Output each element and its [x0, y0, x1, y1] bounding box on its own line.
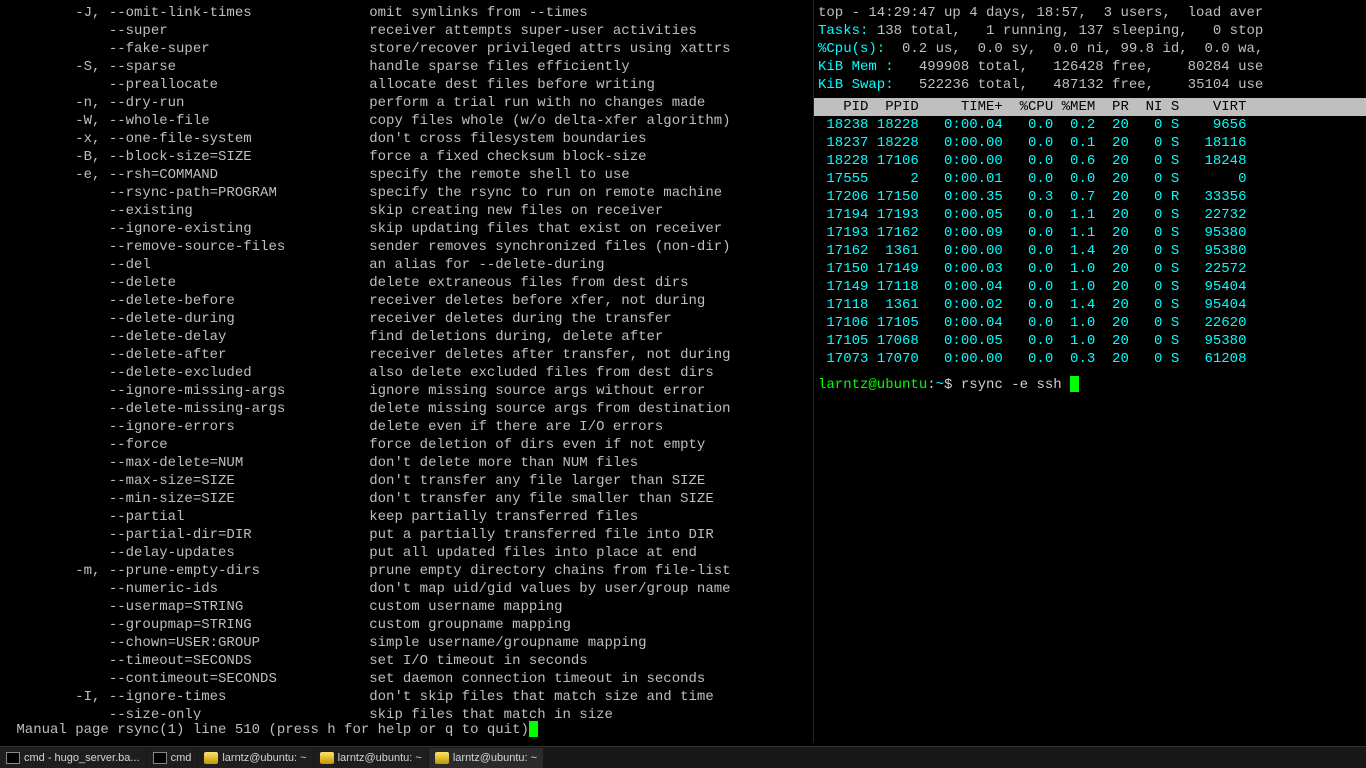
man-option-line: -W, --whole-file copy files whole (w/o d… — [0, 112, 813, 130]
putty-icon — [320, 752, 334, 764]
process-row: 17149 17118 0:00.04 0.0 1.0 20 0 S 95404 — [814, 278, 1366, 296]
man-option-line: --delete-before receiver deletes before … — [0, 292, 813, 310]
man-option-line: --min-size=SIZE don't transfer any file … — [0, 490, 813, 508]
top-cpu-line: %Cpu(s): 0.2 us, 0.0 sy, 0.0 ni, 99.8 id… — [814, 40, 1366, 58]
man-option-line: -n, --dry-run perform a trial run with n… — [0, 94, 813, 112]
process-row: 17555 2 0:00.01 0.0 0.0 20 0 S 0 — [814, 170, 1366, 188]
process-row: 18238 18228 0:00.04 0.0 0.2 20 0 S 9656 — [814, 116, 1366, 134]
shell-cursor — [1070, 376, 1079, 392]
top-summary-line: top - 14:29:47 up 4 days, 18:57, 3 users… — [814, 4, 1366, 22]
process-row: 17162 1361 0:00.00 0.0 1.4 20 0 S 95380 — [814, 242, 1366, 260]
terminal-screen: -J, --omit-link-times omit symlinks from… — [0, 0, 1366, 742]
process-row: 17194 17193 0:00.05 0.0 1.1 20 0 S 22732 — [814, 206, 1366, 224]
man-option-line: --ignore-errors delete even if there are… — [0, 418, 813, 436]
process-row: 17193 17162 0:00.09 0.0 1.1 20 0 S 95380 — [814, 224, 1366, 242]
man-option-line: --max-delete=NUM don't delete more than … — [0, 454, 813, 472]
man-option-line: --partial-dir=DIR put a partially transf… — [0, 526, 813, 544]
man-option-line: --delete-during receiver deletes during … — [0, 310, 813, 328]
taskbar-item-label: larntz@ubuntu: ~ — [222, 749, 306, 767]
man-option-line: --delay-updates put all updated files in… — [0, 544, 813, 562]
taskbar-item[interactable]: larntz@ubuntu: ~ — [314, 748, 428, 768]
man-option-line: --contimeout=SECONDS set daemon connecti… — [0, 670, 813, 688]
top-tasks-line: Tasks: 138 total, 1 running, 137 sleepin… — [814, 22, 1366, 40]
putty-icon — [204, 752, 218, 764]
man-option-line: --partial keep partially transferred fil… — [0, 508, 813, 526]
taskbar[interactable]: cmd - hugo_server.ba... cmd larntz@ubuntu:… — [0, 746, 1366, 768]
top-mem-line: KiB Mem : 499908 total, 126428 free, 802… — [814, 58, 1366, 76]
man-option-line: --del an alias for --delete-during — [0, 256, 813, 274]
man-option-line: --groupmap=STRING custom groupname mappi… — [0, 616, 813, 634]
top-process-header: PID PPID TIME+ %CPU %MEM PR NI S VIRT — [814, 98, 1366, 116]
process-row: 18237 18228 0:00.00 0.0 0.1 20 0 S 18116 — [814, 134, 1366, 152]
man-option-line: --remove-source-files sender removes syn… — [0, 238, 813, 256]
cmd-icon — [6, 752, 20, 764]
man-option-line: -e, --rsh=COMMAND specify the remote she… — [0, 166, 813, 184]
process-row: 17073 17070 0:00.00 0.0 0.3 20 0 S 61208 — [814, 350, 1366, 368]
man-option-line: --ignore-missing-args ignore missing sou… — [0, 382, 813, 400]
man-option-line: --rsync-path=PROGRAM specify the rsync t… — [0, 184, 813, 202]
man-option-line: --timeout=SECONDS set I/O timeout in sec… — [0, 652, 813, 670]
man-page-pane[interactable]: -J, --omit-link-times omit symlinks from… — [0, 0, 813, 742]
man-option-line: -S, --sparse handle sparse files efficie… — [0, 58, 813, 76]
taskbar-item-label: cmd — [171, 749, 192, 767]
man-option-line: --ignore-existing skip updating files th… — [0, 220, 813, 238]
man-option-line: --max-size=SIZE don't transfer any file … — [0, 472, 813, 490]
man-option-line: --force force deletion of dirs even if n… — [0, 436, 813, 454]
process-row: 18228 17106 0:00.00 0.0 0.6 20 0 S 18248 — [814, 152, 1366, 170]
taskbar-item[interactable]: larntz@ubuntu: ~ — [198, 748, 312, 768]
process-row: 17105 17068 0:00.05 0.0 1.0 20 0 S 95380 — [814, 332, 1366, 350]
taskbar-item[interactable]: cmd — [147, 748, 198, 768]
man-status-bar: Manual page rsync(1) line 510 (press h f… — [0, 720, 813, 742]
taskbar-item[interactable]: cmd - hugo_server.ba... — [0, 748, 146, 768]
man-option-line: --delete delete extraneous files from de… — [0, 274, 813, 292]
man-option-line: --delete-delay find deletions during, de… — [0, 328, 813, 346]
process-row: 17118 1361 0:00.02 0.0 1.4 20 0 S 95404 — [814, 296, 1366, 314]
top-swap-line: KiB Swap: 522236 total, 487132 free, 351… — [814, 76, 1366, 94]
man-option-line: --usermap=STRING custom username mapping — [0, 598, 813, 616]
process-row: 17106 17105 0:00.04 0.0 1.0 20 0 S 22620 — [814, 314, 1366, 332]
man-option-line: -m, --prune-empty-dirs prune empty direc… — [0, 562, 813, 580]
shell-prompt[interactable]: larntz@ubuntu:~$ rsync -e ssh — [814, 376, 1366, 394]
taskbar-item-label: larntz@ubuntu: ~ — [338, 749, 422, 767]
man-option-line: --delete-missing-args delete missing sou… — [0, 400, 813, 418]
man-option-line: -J, --omit-link-times omit symlinks from… — [0, 4, 813, 22]
man-option-line: --super receiver attempts super-user act… — [0, 22, 813, 40]
man-option-line: -B, --block-size=SIZE force a fixed chec… — [0, 148, 813, 166]
taskbar-item-label: larntz@ubuntu: ~ — [453, 749, 537, 767]
man-option-line: -I, --ignore-times don't skip files that… — [0, 688, 813, 706]
cmd-icon — [153, 752, 167, 764]
man-option-line: --numeric-ids don't map uid/gid values b… — [0, 580, 813, 598]
man-option-line: --fake-super store/recover privileged at… — [0, 40, 813, 58]
putty-icon — [435, 752, 449, 764]
man-option-line: --delete-after receiver deletes after tr… — [0, 346, 813, 364]
man-option-line: -x, --one-file-system don't cross filesy… — [0, 130, 813, 148]
man-option-line: --chown=USER:GROUP simple username/group… — [0, 634, 813, 652]
top-shell-pane[interactable]: top - 14:29:47 up 4 days, 18:57, 3 users… — [813, 0, 1366, 742]
taskbar-item-label: cmd - hugo_server.ba... — [24, 749, 140, 767]
process-row: 17206 17150 0:00.35 0.3 0.7 20 0 R 33356 — [814, 188, 1366, 206]
man-option-line: --preallocate allocate dest files before… — [0, 76, 813, 94]
man-cursor — [529, 721, 538, 737]
process-row: 17150 17149 0:00.03 0.0 1.0 20 0 S 22572 — [814, 260, 1366, 278]
man-status-text: Manual page rsync(1) line 510 (press h f… — [8, 722, 529, 738]
man-option-line: --existing skip creating new files on re… — [0, 202, 813, 220]
man-option-line: --delete-excluded also delete excluded f… — [0, 364, 813, 382]
taskbar-item[interactable]: larntz@ubuntu: ~ — [429, 748, 543, 768]
